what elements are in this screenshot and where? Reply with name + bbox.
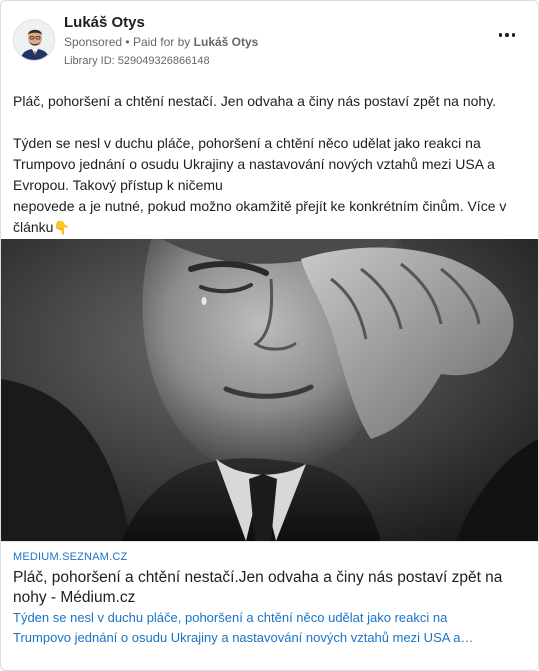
sponsored-label: Sponsored: [64, 35, 123, 49]
post-line: Týden se nesl v duchu pláče, pohoršení a…: [13, 135, 481, 151]
more-options-icon-dot: [511, 33, 516, 37]
link-description-line: Trumpovo jednání o osudu Ukrajiny a nast…: [13, 630, 474, 645]
post-image[interactable]: [1, 239, 538, 541]
more-options-icon-dot: [505, 33, 509, 37]
paid-for-name[interactable]: Lukáš Otys: [194, 35, 259, 49]
link-description[interactable]: Týden se nesl v duchu pláče, pohoršení a…: [13, 608, 518, 648]
post-line: Evropou. Takový přístup k ničemu: [13, 177, 223, 193]
ad-card: Lukáš Otys Sponsored • Paid for by Lukáš…: [0, 0, 539, 671]
author-name[interactable]: Lukáš Otys: [64, 14, 145, 31]
paid-for-prefix: Paid for by: [132, 35, 191, 49]
link-description-line: Týden se nesl v duchu pláče, pohoršení a…: [13, 610, 448, 625]
avatar[interactable]: [13, 19, 55, 61]
post-paragraph-2: Týden se nesl v duchu pláče, pohoršení a…: [13, 133, 518, 238]
link-preview[interactable]: MEDIUM.SEZNAM.CZ Pláč, pohoršení a chtěn…: [1, 541, 538, 670]
meta-separator: •: [125, 35, 130, 49]
post-paragraph-1: Pláč, pohoršení a chtění nestačí. Jen od…: [13, 93, 497, 109]
post-body: Pláč, pohoršení a chtění nestačí. Jen od…: [13, 91, 518, 238]
post-line: nepovede a je nutné, pokud možno okamžit…: [13, 198, 507, 214]
post-line: článku: [13, 219, 54, 235]
post-line: Trumpovo jednání o osudu Ukrajiny a nast…: [13, 156, 495, 172]
more-options-icon: [498, 33, 503, 37]
sponsored-line: Sponsored • Paid for by Lukáš Otys: [64, 35, 258, 49]
link-title[interactable]: Pláč, pohoršení a chtění nestačí.Jen odv…: [13, 568, 523, 608]
avatar-portrait: [14, 20, 54, 60]
crying-man-photo: [1, 239, 538, 541]
post-header: Lukáš Otys Sponsored • Paid for by Lukáš…: [1, 1, 538, 81]
more-options-button[interactable]: [498, 31, 516, 39]
link-domain[interactable]: MEDIUM.SEZNAM.CZ: [13, 551, 127, 563]
library-id: Library ID: 529049326866148: [64, 55, 210, 67]
pointing-down-emoji: 👇: [53, 220, 70, 235]
